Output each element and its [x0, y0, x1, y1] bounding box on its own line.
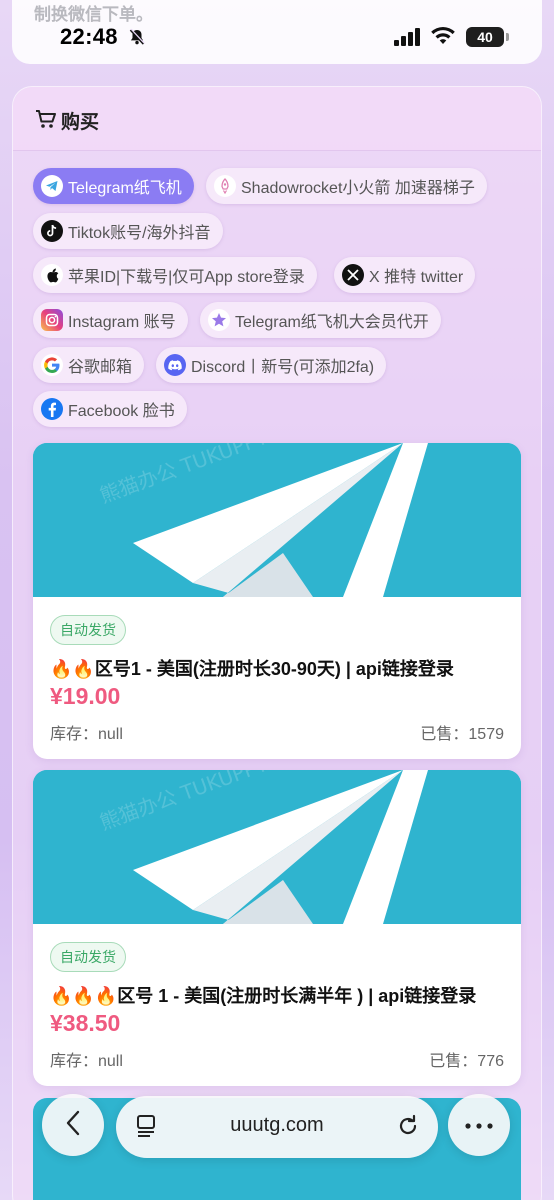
category-label: Telegram纸飞机大会员代开 [235, 314, 429, 331]
product-price: ¥38.50 [50, 1010, 121, 1036]
status-time: 22:48 [60, 24, 118, 49]
more-button[interactable] [448, 1094, 510, 1156]
star-icon [208, 309, 230, 331]
product-stock: 库存：null [50, 726, 123, 743]
chevron-left-icon [65, 1110, 81, 1141]
product-price: ¥19.00 [50, 683, 121, 709]
google-icon [41, 354, 63, 376]
instagram-icon [41, 309, 63, 331]
product-stock: 库存：null [50, 1053, 123, 1070]
category-label: Shadowrocket小火箭 加速器梯子 [241, 180, 475, 197]
category-label: Instagram 账号 [68, 314, 176, 331]
cart-icon [35, 109, 57, 134]
category-x-twitter[interactable]: X 推特 twitter [334, 257, 476, 293]
bell-muted-icon [128, 28, 146, 51]
panel-title: 购买 [61, 112, 100, 133]
category-label: X 推特 twitter [369, 269, 464, 286]
category-tiktok[interactable]: Tiktok账号/海外抖音 [33, 213, 223, 249]
x-icon [342, 264, 364, 286]
product-sold-count: 已售：776 [429, 1053, 504, 1070]
facebook-icon [41, 398, 63, 420]
category-gmail[interactable]: 谷歌邮箱 [33, 347, 145, 383]
category-label: Discord丨新号(可添加2fa) [191, 359, 375, 376]
wifi-icon [430, 26, 456, 51]
battery-indicator: 40 [466, 27, 509, 47]
category-label: Facebook 脸书 [68, 403, 175, 420]
product-card[interactable]: 熊猫办公 TUKUPPT 自动发货 🔥🔥🔥区号 1 - 美国(注册时长满半年 )… [33, 770, 521, 1086]
category-telegram-premium[interactable]: Telegram纸飞机大会员代开 [200, 302, 441, 338]
category-label: 谷歌邮箱 [68, 359, 133, 376]
telegram-icon [41, 175, 63, 197]
auto-delivery-badge: 自动发货 [50, 615, 126, 645]
panel-header: 购买 [13, 87, 541, 151]
more-dots-icon [465, 1116, 493, 1134]
category-apple-id[interactable]: 苹果ID|下载号|仅可App store登录 [33, 257, 317, 293]
product-sold-count: 已售：1579 [420, 726, 504, 743]
category-discord[interactable]: Discord丨新号(可添加2fa) [156, 347, 387, 383]
product-image: 熊猫办公 TUKUPPT [33, 770, 521, 924]
tiktok-icon [41, 220, 63, 242]
category-facebook[interactable]: Facebook 脸书 [33, 391, 187, 427]
rocket-icon [214, 175, 236, 197]
product-image: 熊猫办公 TUKUPPT [33, 443, 521, 597]
auto-delivery-badge: 自动发货 [50, 942, 126, 972]
back-button[interactable] [42, 1094, 104, 1156]
discord-icon [164, 354, 186, 376]
category-instagram[interactable]: Instagram 账号 [33, 302, 188, 338]
status-bar: 22:48 40 [0, 0, 554, 64]
category-telegram[interactable]: Telegram纸飞机 [33, 168, 194, 204]
category-label: 苹果ID|下载号|仅可App store登录 [68, 269, 305, 286]
cellular-signal-icon [394, 28, 422, 51]
address-bar[interactable]: uuutg.com [116, 1096, 438, 1158]
reload-icon[interactable] [396, 1114, 420, 1143]
apple-icon [41, 264, 63, 286]
category-label: Tiktok账号/海外抖音 [68, 225, 211, 242]
product-title: 🔥🔥区号1 - 美国(注册时长30-90天) | api链接登录 [50, 659, 454, 679]
url-text: uuutg.com [230, 1114, 324, 1136]
product-title: 🔥🔥🔥区号 1 - 美国(注册时长满半年 ) | api链接登录 [50, 986, 477, 1006]
product-card[interactable]: 熊猫办公 TUKUPPT 自动发货 🔥🔥区号1 - 美国(注册时长30-90天)… [33, 443, 521, 759]
category-shadowrocket[interactable]: Shadowrocket小火箭 加速器梯子 [206, 168, 487, 204]
category-label: Telegram纸飞机 [68, 180, 182, 197]
